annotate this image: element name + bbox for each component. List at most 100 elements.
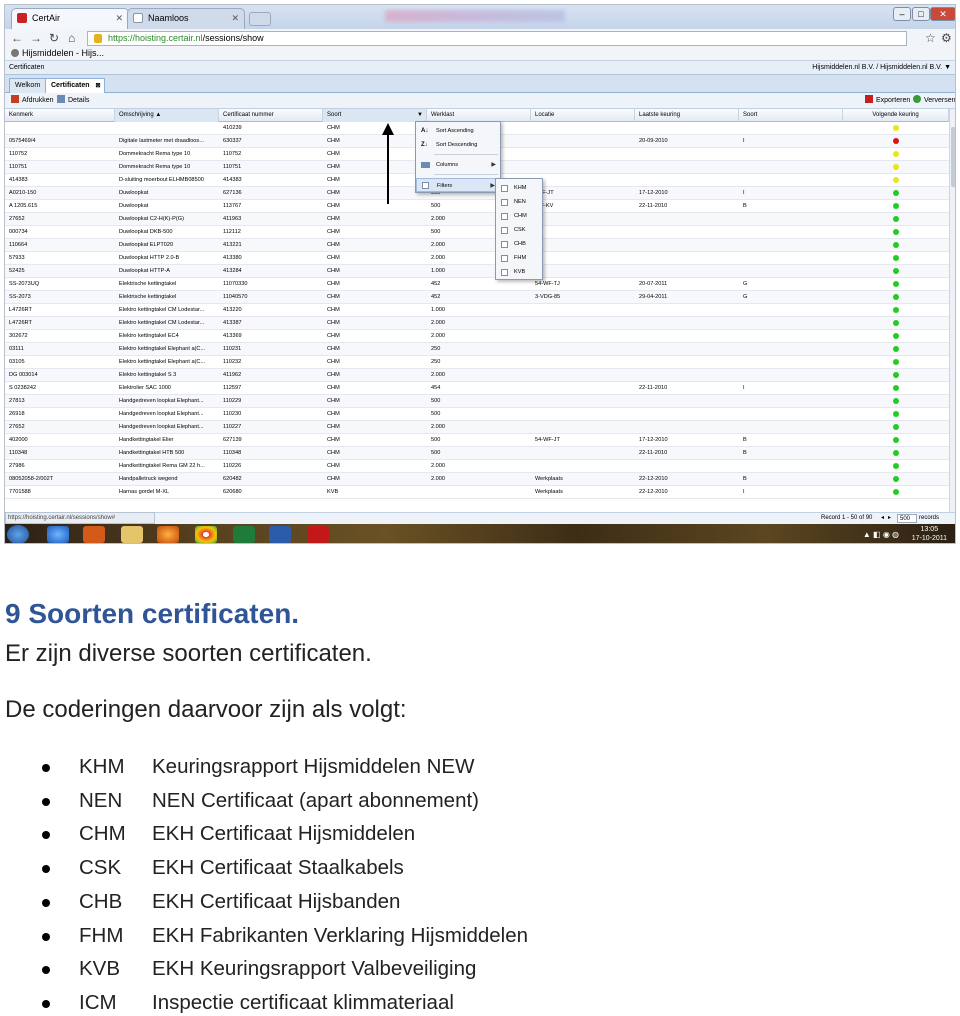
bookmark-star-icon[interactable]: ☆ bbox=[925, 31, 936, 45]
filter-option-chm[interactable]: CHM bbox=[496, 209, 542, 223]
cell-omschrijving: Handgedreven loopkat Elephant... bbox=[119, 398, 204, 404]
col-certificaat-nummer[interactable]: Certificaat nummer bbox=[219, 109, 323, 122]
table-row[interactable]: 52425 Duwloopkat HTTP-A 413284 CHM 1.000 bbox=[5, 265, 949, 278]
close-tab-icon[interactable]: ✕ bbox=[231, 9, 239, 27]
refresh-icon bbox=[913, 95, 921, 103]
close-tab-icon[interactable]: ✕ bbox=[115, 9, 123, 27]
wrench-icon[interactable]: ⚙ bbox=[941, 31, 952, 45]
filter-option-nen[interactable]: NEN bbox=[496, 195, 542, 209]
firefox-icon[interactable] bbox=[157, 526, 179, 543]
close-tab-icon[interactable]: ⊠ bbox=[95, 79, 100, 93]
table-row[interactable]: 26918 Handgedreven loopkat Elephant... 110… bbox=[5, 408, 949, 421]
minimize-button[interactable]: – bbox=[893, 7, 911, 21]
col-laatste-keuring[interactable]: Laatste keuring bbox=[635, 109, 739, 122]
table-row[interactable]: 08052058-2/002T Handpalletruck wegend 6204… bbox=[5, 473, 949, 486]
cell-omschrijving: Duwloopkat ELPT020 bbox=[119, 242, 174, 248]
checkbox-icon[interactable] bbox=[501, 199, 508, 206]
table-row[interactable]: 27652 Handgedreven loopkat Elephant... 110… bbox=[5, 421, 949, 434]
url-field[interactable]: https://hoisting.certair.nl/sessions/sho… bbox=[87, 31, 907, 46]
col-volgende-keuring[interactable]: Volgende keuring bbox=[843, 109, 949, 122]
forward-arrow-icon[interactable]: → bbox=[30, 31, 42, 45]
company-selector[interactable]: Hijsmiddelen.nl B.V. / Hijsmiddelen.nl B… bbox=[812, 61, 951, 75]
table-row[interactable]: 57933 Duwloopkat HTTP 2.0-B 413380 CHM 2.000 bbox=[5, 252, 949, 265]
table-row[interactable]: 27652 Duwloopkat C2-H(K)-P(G) 411963 CHM 2.0… bbox=[5, 213, 949, 226]
word-icon[interactable] bbox=[269, 526, 291, 543]
filter-option-kvb[interactable]: KVB bbox=[496, 265, 542, 279]
cell-soort-keuring: I bbox=[743, 489, 745, 495]
table-row[interactable]: DG 003014 Elektro kettingtakel S 3 411962 C… bbox=[5, 369, 949, 382]
table-row[interactable]: 27813 Handgedreven loopkat Elephant... 110… bbox=[5, 395, 949, 408]
table-row[interactable]: L4726RT Elektro kettingtakel CM Lodestar.… bbox=[5, 304, 949, 317]
table-row[interactable]: 27986 Handkettingtakel Rema GM 22 h... 110… bbox=[5, 460, 949, 473]
table-row[interactable]: 110664 Duwloopkat ELPT020 413221 CHM 2.000 bbox=[5, 239, 949, 252]
col-locatie[interactable]: Locatie bbox=[531, 109, 635, 122]
cell-soort-keuring bbox=[739, 161, 843, 174]
cell-kenmerk: 08052058-2/002T bbox=[9, 476, 54, 482]
table-row[interactable]: 7701588 Harnas gordel M-XL 620680 KVB Werkpl… bbox=[5, 486, 949, 499]
details-button[interactable]: Details bbox=[57, 93, 89, 109]
pager-next-icon[interactable]: ▸ bbox=[888, 513, 891, 524]
table-row[interactable]: 03105 Elektro kettingtakel Elephant a(C..… bbox=[5, 356, 949, 369]
table-row[interactable]: 000734 Duwloopkat DKB-500 112112 CHM 500 bbox=[5, 226, 949, 239]
table-row[interactable]: 110348 Handkettingtakel HTB 500 110348 CHM 5… bbox=[5, 447, 949, 460]
close-window-button[interactable]: ✕ bbox=[930, 7, 955, 21]
menu-filters[interactable]: Filters ▶ bbox=[416, 178, 500, 192]
maximize-button[interactable]: □ bbox=[912, 7, 930, 21]
bookmark-item[interactable]: Hijsmiddelen - Hijs... bbox=[11, 47, 104, 60]
table-row[interactable]: S 0238242 Elektrolier SAC 1000 112597 CHM 45… bbox=[5, 382, 949, 395]
acrobat-icon[interactable] bbox=[307, 526, 329, 543]
new-tab-button[interactable] bbox=[249, 12, 271, 26]
checkbox-icon[interactable] bbox=[501, 255, 508, 262]
filter-option-khm[interactable]: KHM bbox=[496, 181, 542, 195]
filter-option-csk[interactable]: CSK bbox=[496, 223, 542, 237]
explorer-folder-icon[interactable] bbox=[121, 526, 143, 543]
internet-explorer-icon[interactable] bbox=[47, 526, 69, 543]
checkbox-icon[interactable] bbox=[501, 227, 508, 234]
browser-tab-naamloos[interactable]: Naamloos ✕ bbox=[127, 8, 245, 29]
table-row[interactable]: 302672 Elektro kettingtakel EC4 413369 CHM 2… bbox=[5, 330, 949, 343]
browser-tab-certair[interactable]: CertAir ✕ bbox=[11, 8, 129, 29]
filter-option-chb[interactable]: CHB bbox=[496, 237, 542, 251]
menu-sort-ascending[interactable]: A↓ Sort Ascending bbox=[416, 124, 500, 138]
home-icon[interactable]: ⌂ bbox=[68, 31, 75, 45]
reload-icon[interactable]: ↻ bbox=[49, 31, 59, 45]
chrome-icon[interactable] bbox=[195, 526, 217, 543]
checkbox-icon[interactable] bbox=[501, 185, 508, 192]
media-player-icon[interactable] bbox=[83, 526, 105, 543]
checkbox-icon[interactable] bbox=[501, 269, 508, 276]
col-omschrijving[interactable]: Omschrijving ▲ bbox=[115, 109, 219, 122]
menu-sort-descending[interactable]: Z↓ Sort Descending bbox=[416, 138, 500, 152]
col-soort[interactable]: Soort ▼ bbox=[323, 109, 427, 122]
filter-option-fhm[interactable]: FHM bbox=[496, 251, 542, 265]
vertical-scrollbar[interactable] bbox=[949, 109, 955, 512]
tab-certificaten[interactable]: Certificaten ⊠ bbox=[45, 78, 105, 93]
table-row[interactable]: 402000 Handkettingtakel Elier 627139 CHM 500… bbox=[5, 434, 949, 447]
tab-welkom[interactable]: Welkom bbox=[9, 78, 47, 93]
menu-columns[interactable]: Columns ▶ bbox=[416, 158, 500, 172]
table-row[interactable]: 03111 Elektro kettingtakel Elephant a(C..… bbox=[5, 343, 949, 356]
cell-werklast: 454 bbox=[431, 385, 441, 391]
back-arrow-icon[interactable]: ← bbox=[11, 31, 23, 45]
start-button[interactable] bbox=[7, 525, 29, 543]
print-button[interactable]: Afdrukken bbox=[11, 93, 54, 109]
cell-certificaat-nummer: 110348 bbox=[223, 450, 242, 456]
table-row[interactable]: SS-2073 Elektrische kettingtakel 11040570 C… bbox=[5, 291, 949, 304]
cell-locatie: -BF-KV bbox=[535, 203, 554, 209]
col-soort-keuring[interactable]: Soort bbox=[739, 109, 843, 122]
cell-soort: CHM bbox=[327, 333, 340, 339]
export-button[interactable]: Exporteren bbox=[865, 93, 910, 109]
table-row[interactable]: SS-2073UQ Elektrische kettingtakel 1107033… bbox=[5, 278, 949, 291]
checkbox-icon[interactable] bbox=[501, 241, 508, 248]
scrollbar-thumb[interactable] bbox=[951, 127, 955, 187]
system-tray-icons[interactable]: ▲ ◧ ◉ ◍ bbox=[863, 530, 899, 539]
refresh-button[interactable]: Verversen bbox=[913, 93, 955, 109]
table-row[interactable]: L4726RT Elektro kettingtakel CM Lodestar.… bbox=[5, 317, 949, 330]
excel-icon[interactable] bbox=[233, 526, 255, 543]
table-row[interactable]: A 1205.615 Duwloopkat 113767 CHM 500 -BF-KV 22… bbox=[5, 200, 949, 213]
col-kenmerk[interactable]: Kenmerk bbox=[5, 109, 115, 122]
cell-omschrijving: Duwloopkat HTTP 2.0-B bbox=[119, 255, 180, 261]
pager-prev-icon[interactable]: ◂ bbox=[881, 513, 884, 524]
checkbox-icon[interactable] bbox=[501, 213, 508, 220]
page-size-select[interactable]: 500 bbox=[897, 514, 917, 523]
taskbar-clock[interactable]: 13:05 17-10-2011 bbox=[912, 525, 947, 543]
